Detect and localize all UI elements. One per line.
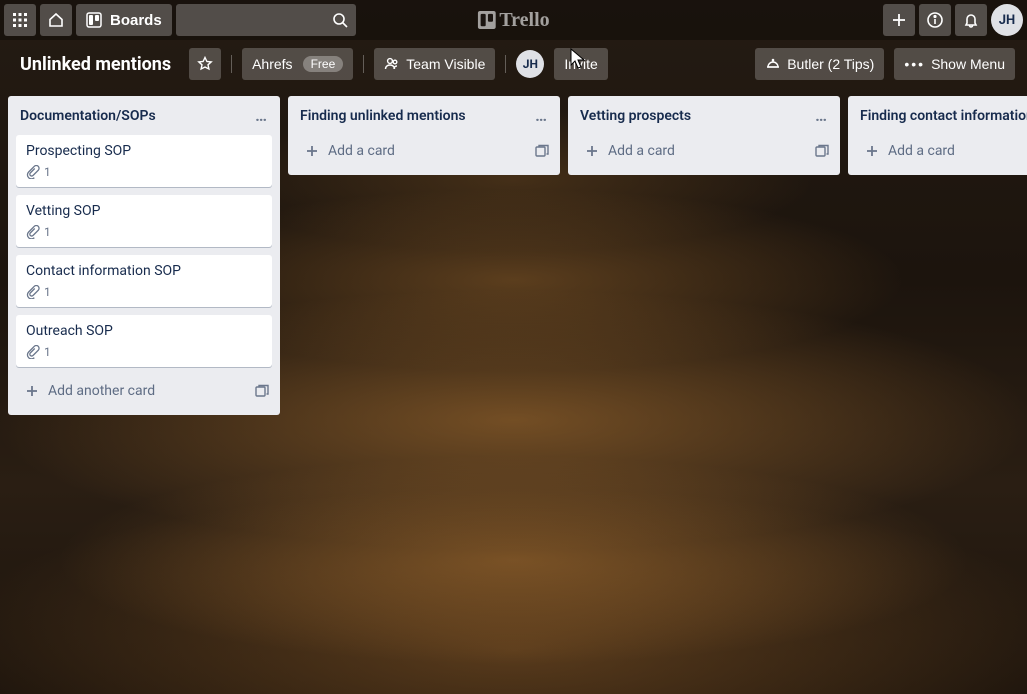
add-card-row: Add a card <box>296 135 552 167</box>
home-icon <box>48 12 64 28</box>
list-header: Documentation/SOPs … <box>16 104 272 127</box>
info-button[interactable] <box>919 4 951 36</box>
notifications-button[interactable] <box>955 4 987 36</box>
card[interactable]: Outreach SOP 1 <box>16 315 272 367</box>
invite-label: Invite <box>564 56 597 72</box>
separator <box>231 55 232 73</box>
card-title: Outreach SOP <box>26 323 262 339</box>
list-title[interactable]: Documentation/SOPs <box>20 108 156 124</box>
star-icon <box>197 56 213 72</box>
create-button[interactable] <box>883 4 915 36</box>
dots-icon: ••• <box>904 56 925 72</box>
list-menu-button[interactable]: … <box>815 106 828 125</box>
apps-icon <box>12 12 28 28</box>
card-badges: 1 <box>26 225 262 239</box>
search-icon <box>332 12 348 28</box>
add-card-row: Add a card <box>856 135 1027 167</box>
card-badges: 1 <box>26 165 262 179</box>
add-card-row: Add another card <box>16 375 272 407</box>
attachment-icon <box>26 345 40 359</box>
boards-button[interactable]: Boards <box>76 4 172 36</box>
template-icon <box>534 143 550 159</box>
plus-icon <box>304 143 320 159</box>
card-title: Vetting SOP <box>26 203 262 219</box>
list: Finding unlinked mentions … Add a card <box>288 96 560 175</box>
separator <box>505 55 506 73</box>
add-card-row: Add a card <box>576 135 832 167</box>
butler-button[interactable]: Butler (2 Tips) <box>755 48 884 80</box>
attachment-icon <box>26 165 40 179</box>
attachment-count: 1 <box>44 225 51 239</box>
team-button[interactable]: Ahrefs Free <box>242 48 353 80</box>
list-header: Vetting prospects … <box>576 104 832 127</box>
card[interactable]: Prospecting SOP 1 <box>16 135 272 187</box>
plus-icon <box>584 143 600 159</box>
attachment-count: 1 <box>44 165 51 179</box>
home-button[interactable] <box>40 4 72 36</box>
list-title[interactable]: Finding unlinked mentions <box>300 108 466 124</box>
card[interactable]: Vetting SOP 1 <box>16 195 272 247</box>
add-card-label: Add a card <box>888 143 955 159</box>
board-title[interactable]: Unlinked mentions <box>12 54 179 75</box>
card-title: Prospecting SOP <box>26 143 262 159</box>
list-header: Finding contact information… <box>856 104 1027 127</box>
list-menu-button[interactable]: … <box>535 106 548 125</box>
template-card-button[interactable] <box>254 383 270 399</box>
trello-logo: Trello <box>477 9 549 32</box>
template-card-button[interactable] <box>534 143 550 159</box>
plus-icon <box>864 143 880 159</box>
add-card-label: Add a card <box>328 143 395 159</box>
list: Finding contact information… Add a card <box>848 96 1027 175</box>
attachment-icon <box>26 225 40 239</box>
visibility-label: Team Visible <box>406 56 485 72</box>
board-member-avatar[interactable]: JH <box>516 50 544 78</box>
trello-logo-icon <box>477 11 495 29</box>
show-menu-label: Show Menu <box>931 56 1005 72</box>
list: Documentation/SOPs…Prospecting SOP1Vetti… <box>8 96 280 415</box>
card-badges: 1 <box>26 285 262 299</box>
plus-icon <box>891 12 907 28</box>
attachment-icon <box>26 285 40 299</box>
add-card-button[interactable]: Add another card <box>18 379 254 403</box>
add-card-button[interactable]: Add a card <box>298 139 534 163</box>
attachment-count: 1 <box>44 285 51 299</box>
add-card-button[interactable]: Add a card <box>578 139 814 163</box>
card[interactable]: Contact information SOP 1 <box>16 255 272 307</box>
add-card-button[interactable]: Add a card <box>858 139 1027 163</box>
visibility-button[interactable]: Team Visible <box>374 48 495 80</box>
star-button[interactable] <box>189 48 221 80</box>
butler-label: Butler (2 Tips) <box>787 56 874 72</box>
boards-label: Boards <box>110 12 162 29</box>
list-title[interactable]: Vetting prospects <box>580 108 691 124</box>
people-icon <box>384 56 400 72</box>
bell-icon <box>963 12 979 28</box>
add-card-label: Add a card <box>608 143 675 159</box>
card-badges: 1 <box>26 345 262 359</box>
team-label: Ahrefs <box>252 56 292 72</box>
template-icon <box>254 383 270 399</box>
show-menu-button[interactable]: ••• Show Menu <box>894 48 1015 80</box>
plan-pill: Free <box>303 56 344 72</box>
add-card-label: Add another card <box>48 383 155 399</box>
attachment-count: 1 <box>44 345 51 359</box>
list-menu-button[interactable]: … <box>255 106 268 125</box>
separator <box>363 55 364 73</box>
invite-button[interactable]: Invite <box>554 48 607 80</box>
list-header: Finding unlinked mentions … <box>296 104 552 127</box>
user-avatar[interactable]: JH <box>991 4 1023 36</box>
board-icon <box>86 12 102 28</box>
card-title: Contact information SOP <box>26 263 262 279</box>
plus-icon <box>24 383 40 399</box>
template-icon <box>814 143 830 159</box>
list-title[interactable]: Finding contact information <box>860 108 1027 124</box>
info-icon <box>927 12 943 28</box>
list: Vetting prospects … Add a card <box>568 96 840 175</box>
apps-button[interactable] <box>4 4 36 36</box>
template-card-button[interactable] <box>814 143 830 159</box>
butler-icon <box>765 56 781 72</box>
search-input[interactable] <box>176 4 356 36</box>
